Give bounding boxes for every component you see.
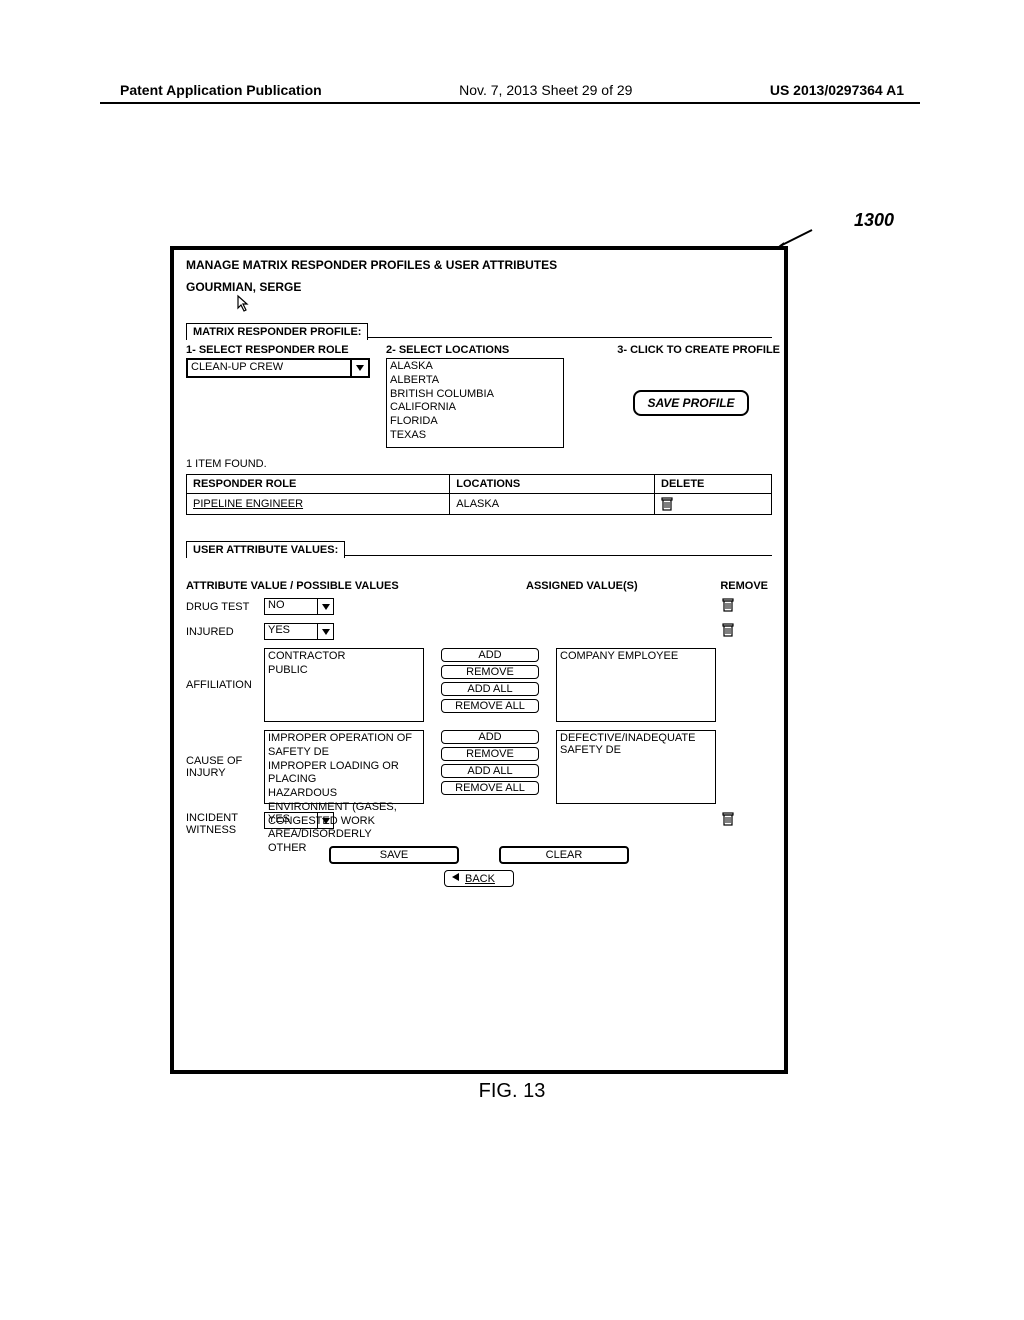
header-right: US 2013/0297364 A1 — [770, 82, 904, 98]
figure-caption: FIG. 13 — [0, 1080, 1024, 1103]
removeall-button[interactable]: REMOVE ALL — [441, 699, 539, 713]
chevron-down-icon[interactable] — [317, 624, 333, 639]
drugtest-value: NO — [265, 599, 317, 614]
cause-listbox[interactable]: IMPROPER OPERATION OF SAFETY DE IMPROPER… — [264, 730, 424, 804]
responder-role-value: CLEAN-UP CREW — [188, 360, 350, 376]
affiliation-listbox[interactable]: CONTRACTOR PUBLIC — [264, 648, 424, 722]
witness-value: YES — [265, 813, 317, 828]
responder-role-select[interactable]: CLEAN-UP CREW — [186, 358, 370, 378]
cause-label: CAUSE OF INJURY — [186, 755, 258, 779]
items-found-label: 1 ITEM FOUND. — [186, 458, 772, 470]
clear-button[interactable]: CLEAR — [499, 846, 629, 864]
assigned-values-header: ASSIGNED VALUE(S) — [526, 580, 676, 592]
step3-label: 3- CLICK TO CREATE PROFILE — [596, 342, 786, 358]
location-option[interactable]: ALASKA — [390, 360, 560, 374]
step2-label: 2- SELECT LOCATIONS — [386, 342, 596, 358]
remove-button[interactable]: REMOVE — [441, 747, 539, 761]
drugtest-select[interactable]: NO — [264, 598, 334, 615]
col-delete: DELETE — [655, 475, 772, 494]
remove-button[interactable]: REMOVE — [441, 665, 539, 679]
location-option[interactable]: BRITISH COLUMBIA — [390, 388, 560, 402]
header-left: Patent Application Publication — [120, 82, 322, 98]
table-row: PIPELINE ENGINEER ALASKA — [187, 494, 772, 515]
addall-button[interactable]: ADD ALL — [441, 682, 539, 696]
affiliation-assigned[interactable]: COMPANY EMPLOYEE — [556, 648, 716, 722]
app-panel: MANAGE MATRIX RESPONDER PROFILES & USER … — [170, 246, 788, 1074]
list-item[interactable]: IMPROPER OPERATION OF SAFETY DE — [268, 732, 420, 760]
user-name: GOURMIAN, SERGE — [186, 280, 772, 294]
profile-section-tab: MATRIX RESPONDER PROFILE: — [186, 323, 368, 340]
panel-title: MANAGE MATRIX RESPONDER PROFILES & USER … — [186, 258, 772, 272]
addall-button[interactable]: ADD ALL — [441, 764, 539, 778]
location-option[interactable]: FLORIDA — [390, 415, 560, 429]
back-label: BACK — [465, 873, 495, 885]
triangle-left-icon — [451, 872, 461, 885]
assigned-item[interactable]: DEFECTIVE/INADEQUATE SAFETY DE — [560, 732, 712, 756]
list-item[interactable]: PUBLIC — [268, 664, 420, 678]
location-option[interactable]: ALBERTA — [390, 374, 560, 388]
row-location: ALASKA — [450, 494, 655, 515]
affiliation-label: AFFILIATION — [186, 679, 258, 691]
assigned-item[interactable]: COMPANY EMPLOYEE — [560, 650, 712, 662]
attributes-section-tab: USER ATTRIBUTE VALUES: — [186, 541, 345, 558]
add-button[interactable]: ADD — [441, 730, 539, 744]
location-option[interactable]: CALIFORNIA — [390, 401, 560, 415]
list-item[interactable]: IMPROPER LOADING OR PLACING — [268, 760, 420, 788]
locations-listbox[interactable]: ALASKA ALBERTA BRITISH COLUMBIA CALIFORN… — [386, 358, 564, 448]
chevron-down-icon[interactable] — [317, 813, 333, 828]
injured-label: INJURED — [186, 626, 258, 638]
page-header: Patent Application Publication Nov. 7, 2… — [0, 82, 1024, 98]
profiles-table: RESPONDER ROLE LOCATIONS DELETE PIPELINE… — [186, 474, 772, 515]
figure-ref-arrow-icon — [774, 228, 814, 248]
list-item[interactable]: CONTRACTOR — [268, 650, 420, 664]
add-button[interactable]: ADD — [441, 648, 539, 662]
figure-ref-number: 1300 — [854, 210, 894, 231]
delete-row-button[interactable] — [661, 497, 765, 511]
location-option[interactable]: TEXAS — [390, 429, 560, 443]
remove-drugtest-button[interactable] — [722, 598, 772, 612]
save-button[interactable]: SAVE — [329, 846, 459, 864]
removeall-button[interactable]: REMOVE ALL — [441, 781, 539, 795]
col-locations: LOCATIONS — [450, 475, 655, 494]
witness-select[interactable]: YES — [264, 812, 334, 829]
header-rule — [100, 102, 920, 104]
remove-witness-button[interactable] — [722, 812, 772, 826]
step1-label: 1- SELECT RESPONDER ROLE — [186, 342, 386, 358]
header-mid: Nov. 7, 2013 Sheet 29 of 29 — [459, 82, 632, 98]
attr-values-header: ATTRIBUTE VALUE / POSSIBLE VALUES — [186, 580, 526, 592]
drugtest-label: DRUG TEST — [186, 601, 258, 613]
injured-select[interactable]: YES — [264, 623, 334, 640]
cursor-icon — [236, 294, 772, 315]
witness-label: INCIDENT WITNESS — [186, 812, 258, 836]
chevron-down-icon[interactable] — [317, 599, 333, 614]
remove-header: REMOVE — [676, 580, 772, 592]
injured-value: YES — [265, 624, 317, 639]
cause-assigned[interactable]: DEFECTIVE/INADEQUATE SAFETY DE — [556, 730, 716, 804]
save-profile-button[interactable]: SAVE PROFILE — [633, 390, 748, 416]
list-item[interactable]: HAZARDOUS ENVIRONMENT (GASES, — [268, 787, 420, 815]
role-link[interactable]: PIPELINE ENGINEER — [193, 498, 303, 510]
chevron-down-icon[interactable] — [350, 360, 368, 376]
remove-injured-button[interactable] — [722, 623, 772, 637]
col-responder-role: RESPONDER ROLE — [187, 475, 450, 494]
back-button[interactable]: BACK — [444, 870, 514, 887]
